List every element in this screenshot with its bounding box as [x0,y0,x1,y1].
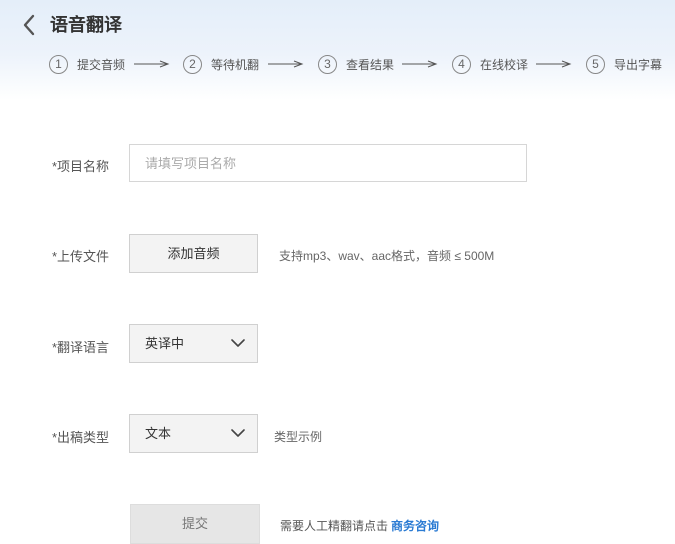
step-number: 1 [49,54,68,74]
project-name-label: *项目名称 [52,159,110,174]
chevron-down-icon [231,339,245,347]
step-number: 5 [586,54,605,74]
step-label: 查看结果 [346,57,395,72]
project-name-input[interactable] [129,144,527,182]
arrow-right-icon [536,60,572,68]
step-label: 在线校译 [480,57,529,72]
step-label: 导出字幕 [614,57,663,72]
output-type-label: *出稿类型 [52,430,110,445]
upload-hint: 支持mp3、wav、aac格式，音频 ≤ 500M [279,249,495,263]
consult-text: 需要人工精翻请点击 [280,519,389,533]
progress-steps: 1 提交音频 2 等待机翻 3 查看结果 4 在线校译 5 导出字幕 [49,54,675,74]
header: 语音翻译 1 提交音频 2 等待机翻 3 查看结果 4 在线校译 5 导出字幕 [0,0,675,100]
step-number: 3 [318,54,337,74]
output-type-select-value: 文本 [145,426,172,441]
step-3: 3 查看结果 [318,54,394,74]
page-title: 语音翻译 [50,15,122,35]
step-number: 2 [183,54,202,74]
step-5: 5 导出字幕 [586,54,662,74]
arrow-right-icon [268,60,304,68]
step-label: 提交音频 [77,57,126,72]
add-audio-button[interactable]: 添加音频 [129,234,258,273]
upload-label: *上传文件 [52,249,110,264]
step-4: 4 在线校译 [452,54,528,74]
language-select-value: 英译中 [145,336,185,351]
language-select[interactable]: 英译中 [129,324,258,363]
chevron-down-icon [231,429,245,437]
business-consult-link[interactable]: 商务咨询 [391,519,439,533]
step-1: 1 提交音频 [49,54,125,74]
output-type-select[interactable]: 文本 [129,414,258,453]
step-number: 4 [452,54,471,74]
chevron-left-icon[interactable] [20,13,40,37]
arrow-right-icon [134,60,170,68]
step-label: 等待机翻 [211,57,260,72]
type-example-link[interactable]: 类型示例 [274,428,322,445]
submit-button[interactable]: 提交 [130,504,260,544]
arrow-right-icon [402,60,438,68]
language-label: *翻译语言 [52,340,110,355]
step-2: 2 等待机翻 [183,54,259,74]
consult-prompt: 需要人工精翻请点击 商务咨询 [280,517,439,534]
